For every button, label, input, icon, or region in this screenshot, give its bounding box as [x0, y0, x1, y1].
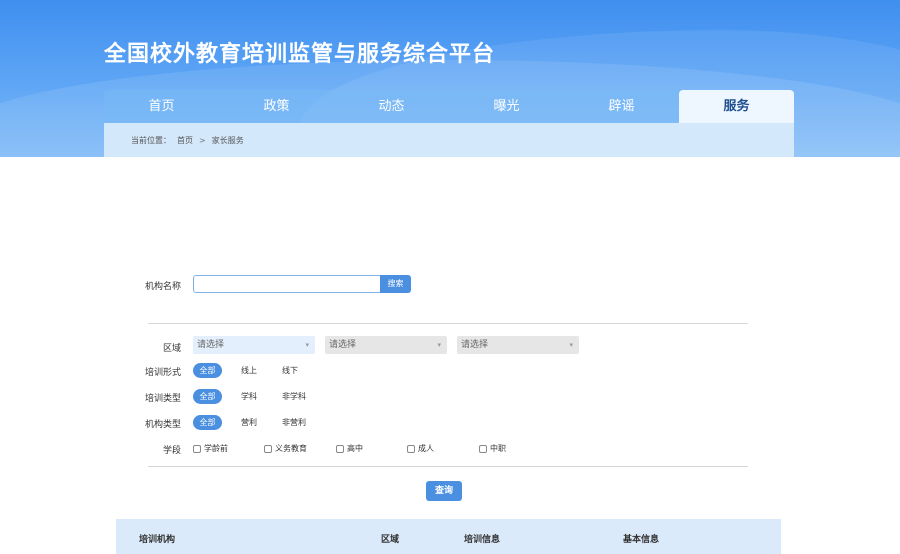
- chevron-down-icon: ▾: [437, 341, 441, 349]
- training-type-option-subject[interactable]: 学科: [238, 389, 260, 404]
- chevron-down-icon: ▾: [305, 341, 309, 349]
- org-name-label: 机构名称: [144, 282, 181, 292]
- stage-option-label: 中职: [490, 444, 506, 453]
- search-form: 机构名称 搜索 区域 请选择 ▾ 请选择 ▾ 请选择 ▾ 培训形式 全部 线上 …: [0, 0, 900, 554]
- stage-option-label: 学龄前: [204, 444, 228, 453]
- training-type-label: 培训类型: [144, 394, 181, 404]
- stage-option-adult[interactable]: 成人: [407, 443, 434, 454]
- province-select-value: 请选择: [197, 340, 225, 350]
- training-form-label: 培训形式: [144, 368, 181, 378]
- query-button[interactable]: 查询: [426, 481, 462, 501]
- checkbox[interactable]: [479, 444, 487, 453]
- checkbox[interactable]: [407, 444, 415, 453]
- stage-option-label: 高中: [347, 444, 363, 453]
- divider: [148, 323, 748, 324]
- stage-option-preschool[interactable]: 学龄前: [193, 443, 228, 454]
- training-form-option-offline[interactable]: 线下: [279, 363, 301, 378]
- training-type-option-all[interactable]: 全部: [193, 389, 222, 404]
- training-type-option-non-subject[interactable]: 非学科: [279, 389, 309, 404]
- stage-option-label: 义务教育: [275, 444, 307, 453]
- org-type-label: 机构类型: [144, 420, 181, 430]
- checkbox[interactable]: [193, 444, 201, 453]
- city-select-value: 请选择: [329, 340, 357, 350]
- chevron-down-icon: ▾: [569, 341, 573, 349]
- training-form-option-all[interactable]: 全部: [193, 363, 222, 378]
- search-button[interactable]: 搜索: [380, 275, 411, 293]
- stage-option-compulsory[interactable]: 义务教育: [264, 443, 307, 454]
- stage-option-label: 成人: [418, 444, 434, 453]
- checkbox[interactable]: [336, 444, 344, 453]
- region-label: 区域: [162, 344, 181, 354]
- results-table-header: 培训机构 区域 培训信息 基本信息: [116, 519, 781, 554]
- stage-label: 学段: [162, 446, 181, 456]
- column-header-training-info: 培训信息: [464, 535, 501, 545]
- divider: [148, 466, 748, 467]
- org-type-option-nonprofit[interactable]: 非营利: [279, 415, 309, 430]
- city-select[interactable]: 请选择 ▾: [325, 336, 447, 354]
- training-form-option-online[interactable]: 线上: [238, 363, 260, 378]
- stage-option-high-school[interactable]: 高中: [336, 443, 363, 454]
- column-header-basic-info: 基本信息: [623, 535, 660, 545]
- district-select[interactable]: 请选择 ▾: [457, 336, 579, 354]
- org-name-input[interactable]: [193, 275, 381, 293]
- org-type-option-all[interactable]: 全部: [193, 415, 222, 430]
- column-header-org: 培训机构: [139, 535, 176, 545]
- province-select[interactable]: 请选择 ▾: [193, 336, 315, 354]
- column-header-region: 区域: [381, 535, 400, 545]
- checkbox[interactable]: [264, 444, 272, 453]
- org-type-option-profit[interactable]: 营利: [238, 415, 260, 430]
- district-select-value: 请选择: [461, 340, 489, 350]
- stage-option-vocational[interactable]: 中职: [479, 443, 506, 454]
